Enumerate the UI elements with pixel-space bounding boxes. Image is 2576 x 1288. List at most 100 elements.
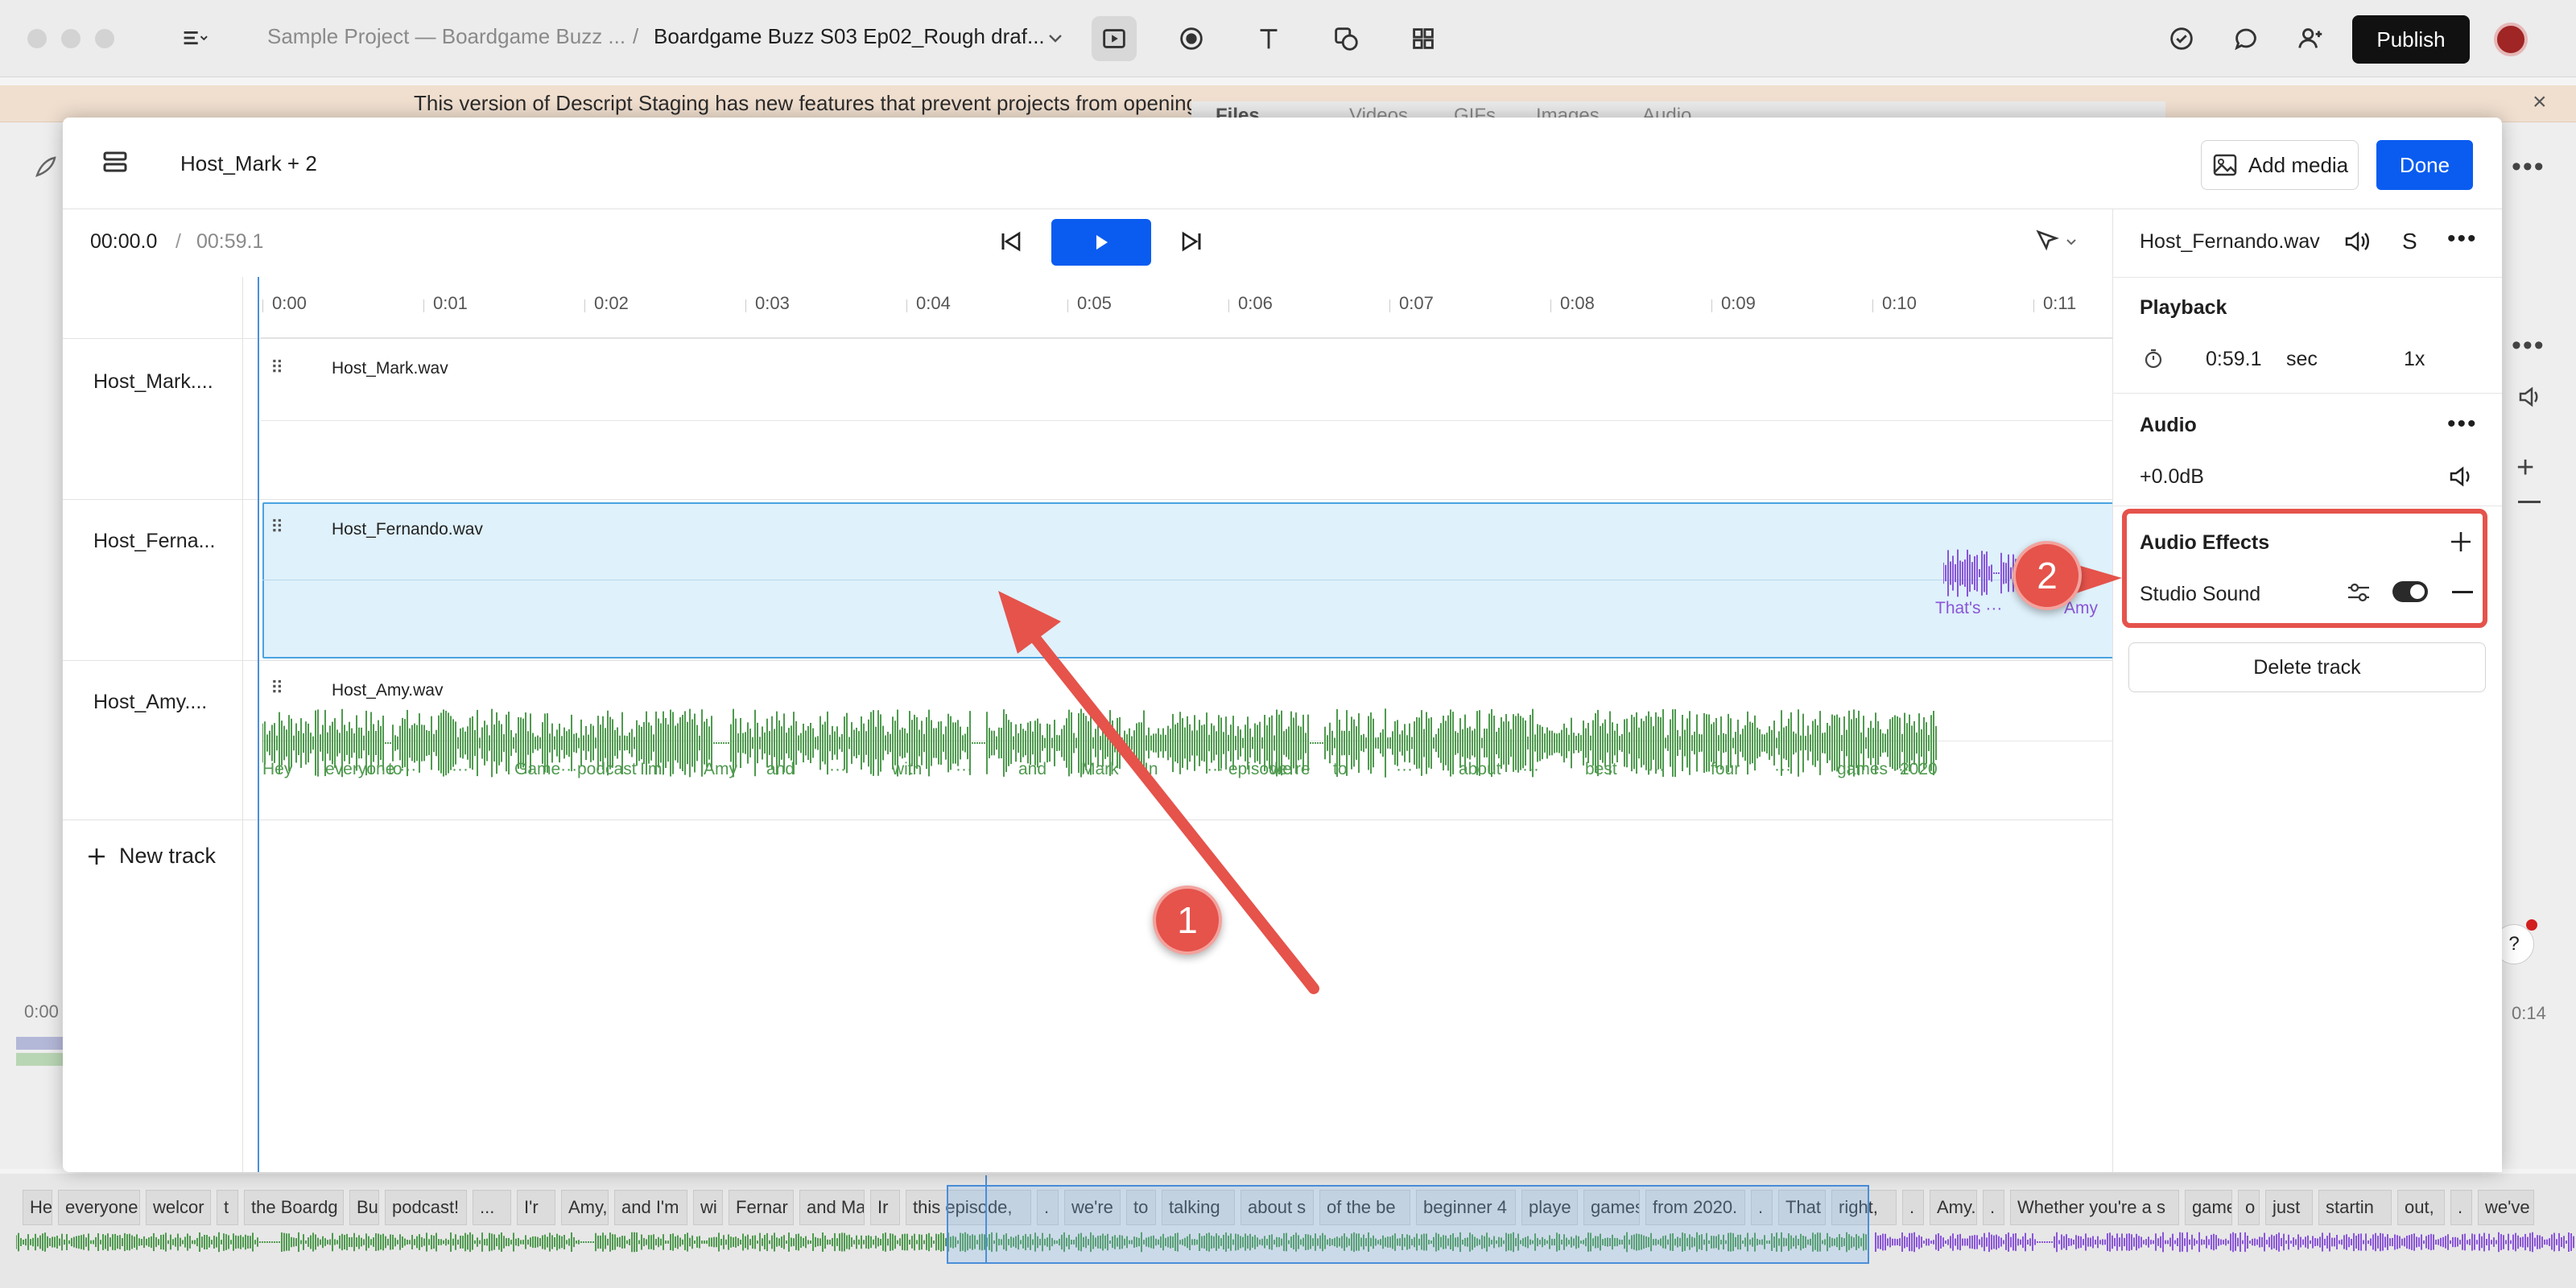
composition-breadcrumb[interactable]: Boardgame Buzz S03 Ep02_Rough draf...	[654, 24, 1045, 49]
script-word[interactable]: and I'm	[614, 1190, 687, 1225]
word-label: ···	[1648, 760, 1665, 778]
audio-more-icon[interactable]: •••	[2447, 411, 2478, 438]
ruler-tick	[262, 299, 263, 312]
script-word[interactable]: and Ma	[799, 1190, 865, 1225]
add-media-button[interactable]: Add media	[2201, 140, 2359, 190]
script-word[interactable]: startin	[2318, 1190, 2392, 1225]
grid-icon[interactable]	[1401, 16, 1446, 61]
script-word[interactable]: .	[1983, 1190, 2004, 1225]
script-word[interactable]: out,	[2397, 1190, 2445, 1225]
project-breadcrumb[interactable]: Sample Project — Boardgame Buzz ...	[267, 24, 625, 49]
script-word[interactable]: Ir	[870, 1190, 900, 1225]
skip-back-icon[interactable]	[995, 225, 1027, 258]
word-label: 2020	[1900, 760, 1938, 778]
total-time: 00:59.1	[196, 230, 264, 253]
publish-button[interactable]: Publish	[2352, 15, 2470, 64]
panel-divider	[2112, 393, 2502, 394]
more-options-icon[interactable]: •••	[2447, 225, 2478, 253]
play-button[interactable]	[1051, 219, 1151, 266]
script-word[interactable]: we've	[2478, 1190, 2534, 1225]
timeline-playhead[interactable]	[258, 277, 259, 1172]
layers-icon[interactable]	[97, 145, 134, 182]
word-label: ···	[452, 760, 469, 778]
script-word[interactable]: Fernar	[729, 1190, 794, 1225]
ruler-tick	[1550, 299, 1551, 312]
done-button[interactable]: Done	[2376, 140, 2473, 190]
script-word[interactable]: game	[2185, 1190, 2232, 1225]
word-label: Game···	[514, 760, 578, 778]
script-word[interactable]: everyone	[58, 1190, 140, 1225]
add-person-icon[interactable]	[2288, 16, 2333, 61]
delete-track-button[interactable]: Delete track	[2128, 642, 2486, 692]
notice-close-button[interactable]: ×	[2533, 89, 2547, 116]
script-word[interactable]: Amy.	[1930, 1190, 1977, 1225]
selection-region[interactable]	[947, 1185, 1869, 1264]
playback-speed[interactable]: 1x	[2404, 348, 2425, 371]
script-word[interactable]: Amy,	[561, 1190, 609, 1225]
record-icon[interactable]	[1169, 16, 1214, 61]
audio-gain[interactable]: +0.0dB	[2140, 465, 2204, 489]
skip-forward-icon[interactable]	[1175, 225, 1208, 258]
ruler-tick	[584, 299, 585, 312]
script-word[interactable]: welcor	[146, 1190, 211, 1225]
solo-button[interactable]: S	[2402, 229, 2417, 254]
script-word[interactable]: Bu	[349, 1190, 379, 1225]
word-label: best	[1585, 760, 1617, 778]
waveform-path	[1875, 1232, 2574, 1253]
window-zoom-button[interactable]	[95, 29, 114, 48]
text-tool-icon[interactable]	[1246, 16, 1291, 61]
script-word[interactable]: the Boardg	[244, 1190, 344, 1225]
script-word[interactable]: ...	[473, 1190, 511, 1225]
track-label-mark[interactable]: Host_Mark....	[93, 370, 213, 394]
background-time-left: 0:00	[24, 1001, 59, 1022]
audio-heading: Audio	[2140, 414, 2197, 436]
drag-handle-icon[interactable]: ⠿	[270, 678, 283, 699]
script-word[interactable]: He	[23, 1190, 52, 1225]
menu-icon[interactable]	[161, 16, 225, 61]
script-word[interactable]: o	[2238, 1190, 2260, 1225]
lane-divider	[261, 420, 2112, 421]
word-label: about	[1459, 760, 1501, 778]
window-close-button[interactable]	[27, 29, 47, 48]
script-word[interactable]: podcast!	[385, 1190, 467, 1225]
strip-playhead[interactable]	[985, 1175, 987, 1264]
inspector-file-name: Host_Fernando.wav	[2140, 230, 2320, 253]
drag-handle-icon[interactable]: ⠿	[270, 357, 283, 378]
new-track-button[interactable]: New track	[85, 844, 216, 869]
script-word[interactable]: just	[2265, 1190, 2313, 1225]
track-label-amy[interactable]: Host_Amy....	[93, 691, 207, 714]
annotation-badge-2: 2	[2013, 541, 2082, 610]
shapes-icon[interactable]	[1323, 16, 1368, 61]
word-label: four	[1711, 760, 1740, 778]
script-word[interactable]: .	[2450, 1190, 2472, 1225]
speaker-icon[interactable]	[2447, 462, 2476, 495]
word-label: Amy	[704, 760, 737, 778]
drag-handle-icon[interactable]: ⠿	[270, 517, 283, 538]
script-word[interactable]: Whether you're a s	[2010, 1190, 2179, 1225]
script-word[interactable]: .	[1902, 1190, 1924, 1225]
comment-icon[interactable]	[2223, 16, 2268, 61]
ruler-tick-label: 0:00	[272, 293, 307, 313]
scene-icon[interactable]	[1092, 16, 1137, 61]
select-tool-icon[interactable]	[2032, 225, 2080, 258]
word-label: ···	[829, 760, 846, 778]
ruler-tick-label: 0:03	[755, 293, 790, 313]
check-circle-icon[interactable]	[2159, 16, 2204, 61]
ruler-tick	[1872, 299, 1873, 312]
word-label: ···	[1396, 760, 1413, 778]
background-time-right: 0:14	[2512, 1003, 2546, 1023]
timeline-ruler[interactable]	[261, 277, 2112, 338]
volume-icon[interactable]	[2343, 227, 2372, 260]
script-word[interactable]: t	[217, 1190, 238, 1225]
window-minimize-button[interactable]	[61, 29, 80, 48]
background-track-thumb	[16, 1053, 64, 1066]
chevron-down-icon[interactable]	[1046, 29, 1064, 51]
script-word[interactable]: I'r	[517, 1190, 555, 1225]
avatar[interactable]	[2494, 23, 2528, 56]
script-word[interactable]: wi	[693, 1190, 723, 1225]
track-label-fernando[interactable]: Host_Ferna...	[93, 530, 215, 553]
pen-icon	[32, 153, 61, 186]
word-label: to	[388, 760, 402, 778]
playback-duration[interactable]: 0:59.1	[2206, 348, 2262, 371]
panel-divider	[2112, 277, 2502, 278]
